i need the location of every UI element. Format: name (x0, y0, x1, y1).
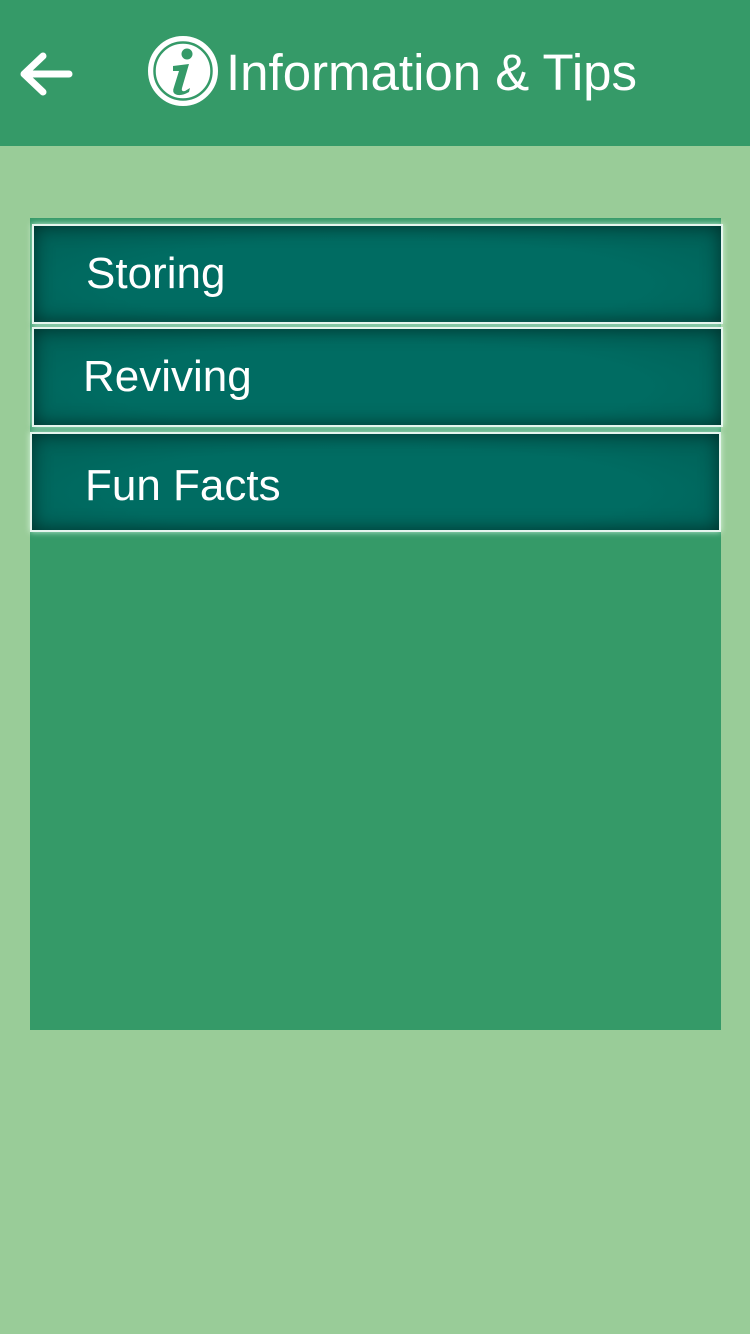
menu-item-storing[interactable]: Storing (32, 224, 723, 324)
app-header: Information & Tips (0, 0, 750, 146)
menu-item-reviving[interactable]: Reviving (32, 327, 723, 427)
arrow-left-icon (20, 52, 73, 96)
menu-item-label: Fun Facts (85, 461, 281, 510)
info-icon (148, 36, 218, 106)
menu-item-label: Storing (86, 249, 226, 298)
back-button[interactable] (10, 45, 80, 103)
menu-item-label: Reviving (83, 352, 252, 401)
menu-item-fun-facts[interactable]: Fun Facts (30, 432, 721, 532)
page-title: Information & Tips (226, 44, 638, 101)
